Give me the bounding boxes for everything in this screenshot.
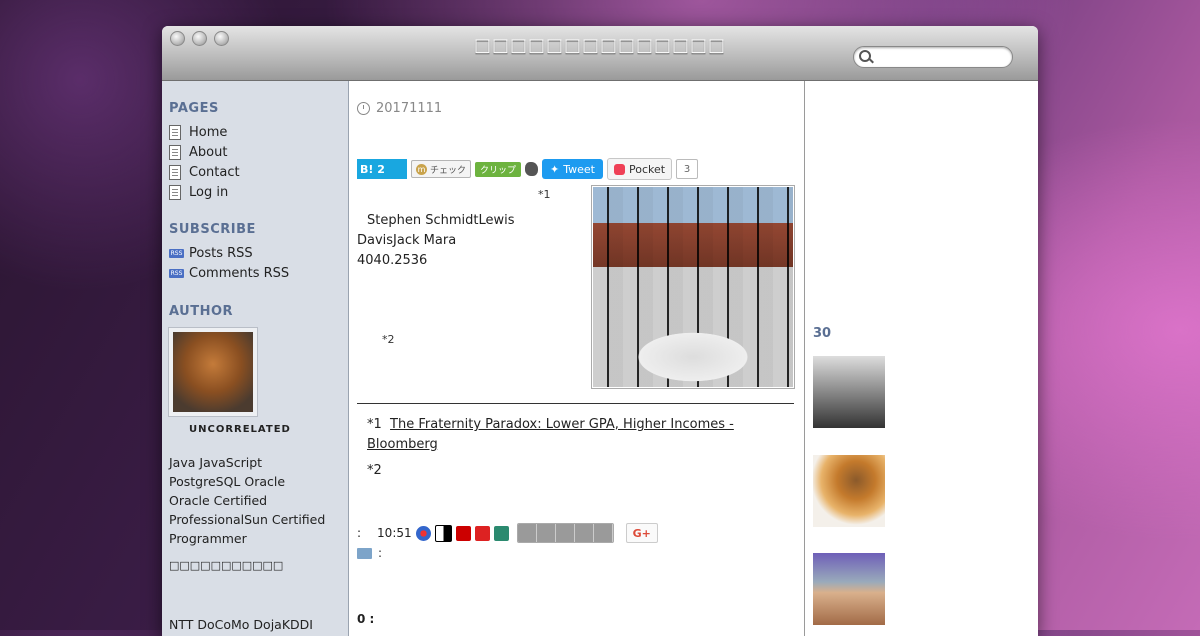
page-link-login[interactable]: Log in <box>169 182 240 202</box>
rss-link-label[interactable]: Posts RSS <box>189 246 253 261</box>
pocket-icon <box>614 163 625 175</box>
search-box[interactable] <box>853 46 1013 68</box>
pocket-button[interactable]: Pocket <box>607 158 673 180</box>
body-line: Stephen SchmidtLewis <box>367 213 515 228</box>
bio-line: Programmer <box>169 531 247 546</box>
twitter-bird-icon: ✦ <box>550 162 560 176</box>
right-heading: 30 <box>813 326 832 341</box>
page-link-label[interactable]: About <box>189 145 227 160</box>
author-name: UNCORRELATED <box>189 424 291 435</box>
rss-link-label[interactable]: Comments RSS <box>189 266 289 281</box>
footnote-label[interactable]: *1 <box>367 417 382 432</box>
facebook-icon[interactable] <box>593 524 613 542</box>
post-meta: : 10:51 G+ <box>357 523 658 543</box>
footnote-ref-2[interactable]: *2 <box>382 333 395 346</box>
tweet-label: Tweet <box>563 162 595 176</box>
pages-heading: PAGES <box>169 101 219 116</box>
page-link-about[interactable]: About <box>169 142 240 162</box>
delicious-icon[interactable] <box>434 524 452 542</box>
left-sidebar: PAGES Home About Contact Log in SUBSCRIB… <box>162 81 349 636</box>
bio-line: Oracle Certified <box>169 493 268 508</box>
page-link-label[interactable]: Home <box>189 125 227 140</box>
footnote-divider <box>357 403 794 404</box>
body-line: 4040.2536 <box>357 253 428 268</box>
bio-line: Java JavaScript <box>169 455 263 470</box>
pages-section: PAGES Home About Contact Log in <box>169 101 240 202</box>
title-bar: □□□□□□□□□□□□□□ <box>162 26 1038 81</box>
post-category: : <box>357 546 382 560</box>
browser-window: □□□□□□□□□□□□□□ PAGES Home About Contact … <box>162 26 1038 636</box>
page-link-home[interactable]: Home <box>169 122 240 142</box>
comments-rss-link[interactable]: RSS Comments RSS <box>169 263 289 283</box>
author-bio: Java JavaScript PostgreSQL Oracle Oracle… <box>169 453 325 634</box>
page-icon <box>169 124 181 140</box>
page-link-label[interactable]: Log in <box>189 185 228 200</box>
page-icon <box>169 184 181 200</box>
comments-count[interactable]: 0 : <box>357 612 374 626</box>
footnote-ref-1[interactable]: *1 <box>538 188 551 201</box>
pocket-label: Pocket <box>629 162 666 176</box>
gmail-icon[interactable] <box>536 524 556 542</box>
search-icon <box>859 50 871 62</box>
clip-label: クリップ <box>480 165 517 176</box>
thumbnail-cat-mirror[interactable] <box>813 455 885 527</box>
mixi-icon: m <box>416 163 427 175</box>
rss-icon: RSS <box>169 268 184 278</box>
bio-line: ProfessionalSun Certified <box>169 512 326 527</box>
search-input[interactable] <box>876 49 1008 66</box>
bio-line: NTT DoCoMo DojaKDDI <box>169 617 313 632</box>
author-avatar <box>169 328 257 416</box>
tumblr-icon[interactable] <box>517 524 537 542</box>
subscribe-heading: SUBSCRIBE <box>169 222 256 237</box>
twitter-icon[interactable] <box>574 524 594 542</box>
post-content: 20171111 B! 2 m チェック クリップ ✦ Tweet Pocket 3… <box>357 81 802 636</box>
newsing-icon[interactable] <box>455 525 471 541</box>
meta-prefix: : <box>357 526 362 540</box>
subscribe-section: SUBSCRIBE RSS Posts RSS RSS Comments RSS <box>169 222 289 283</box>
page-icon <box>169 164 181 180</box>
footnote-label[interactable]: *2 <box>357 461 797 481</box>
bio-line: PostgreSQL Oracle <box>169 474 286 489</box>
author-section: AUTHOR UNCORRELATED Java JavaScript Post… <box>169 304 325 634</box>
social-share-group <box>516 523 614 543</box>
evernote-icon[interactable] <box>525 162 539 176</box>
livedoor-clip-button[interactable]: クリップ <box>475 161 522 177</box>
fraternity-group-photo <box>593 187 793 387</box>
mixi-check-label: チェック <box>430 165 467 176</box>
clock-icon <box>357 102 370 115</box>
blogger-icon[interactable] <box>555 524 575 542</box>
tweet-button[interactable]: ✦ Tweet <box>542 159 603 179</box>
posts-rss-link[interactable]: RSS Posts RSS <box>169 243 289 263</box>
pocket-count: 3 <box>676 159 699 179</box>
post-date-text: 20171111 <box>376 101 443 116</box>
author-heading: AUTHOR <box>169 304 234 319</box>
folder-icon <box>357 547 372 559</box>
google-bookmark-icon[interactable] <box>415 525 431 541</box>
hatena-bookmark-button[interactable]: B! 2 <box>357 159 407 179</box>
post-date: 20171111 <box>357 101 442 116</box>
hatena-count: 2 <box>377 162 385 176</box>
mixi-check-button[interactable]: m チェック <box>411 160 472 178</box>
page-link-label[interactable]: Contact <box>189 165 240 180</box>
buzzurl-icon[interactable] <box>493 525 509 541</box>
right-sidebar: 30 <box>804 81 1038 636</box>
thumbnail-child[interactable] <box>813 553 885 625</box>
rss-icon: RSS <box>169 248 184 258</box>
body-line: DavisJack Mara <box>357 233 457 248</box>
footnote-link-bloomberg[interactable]: The Fraternity Paradox: Lower GPA, Highe… <box>367 417 734 452</box>
page-link-contact[interactable]: Contact <box>169 162 240 182</box>
post-time[interactable]: 10:51 <box>377 526 412 540</box>
bio-line: □□□□□□□□□□□ <box>169 559 284 572</box>
livedoor-icon[interactable] <box>474 525 490 541</box>
google-plus-button[interactable]: G+ <box>625 523 658 543</box>
post-body: Stephen SchmidtLewis DavisJack Mara 4040… <box>357 211 515 271</box>
category-sep: : <box>378 546 383 560</box>
post-photo[interactable] <box>591 185 795 389</box>
share-bar: B! 2 m チェック クリップ ✦ Tweet Pocket 3 <box>357 158 699 180</box>
page-icon <box>169 144 181 160</box>
footnotes: *1 The Fraternity Paradox: Lower GPA, Hi… <box>357 415 797 481</box>
thumbnail-men-photo[interactable] <box>813 356 885 428</box>
